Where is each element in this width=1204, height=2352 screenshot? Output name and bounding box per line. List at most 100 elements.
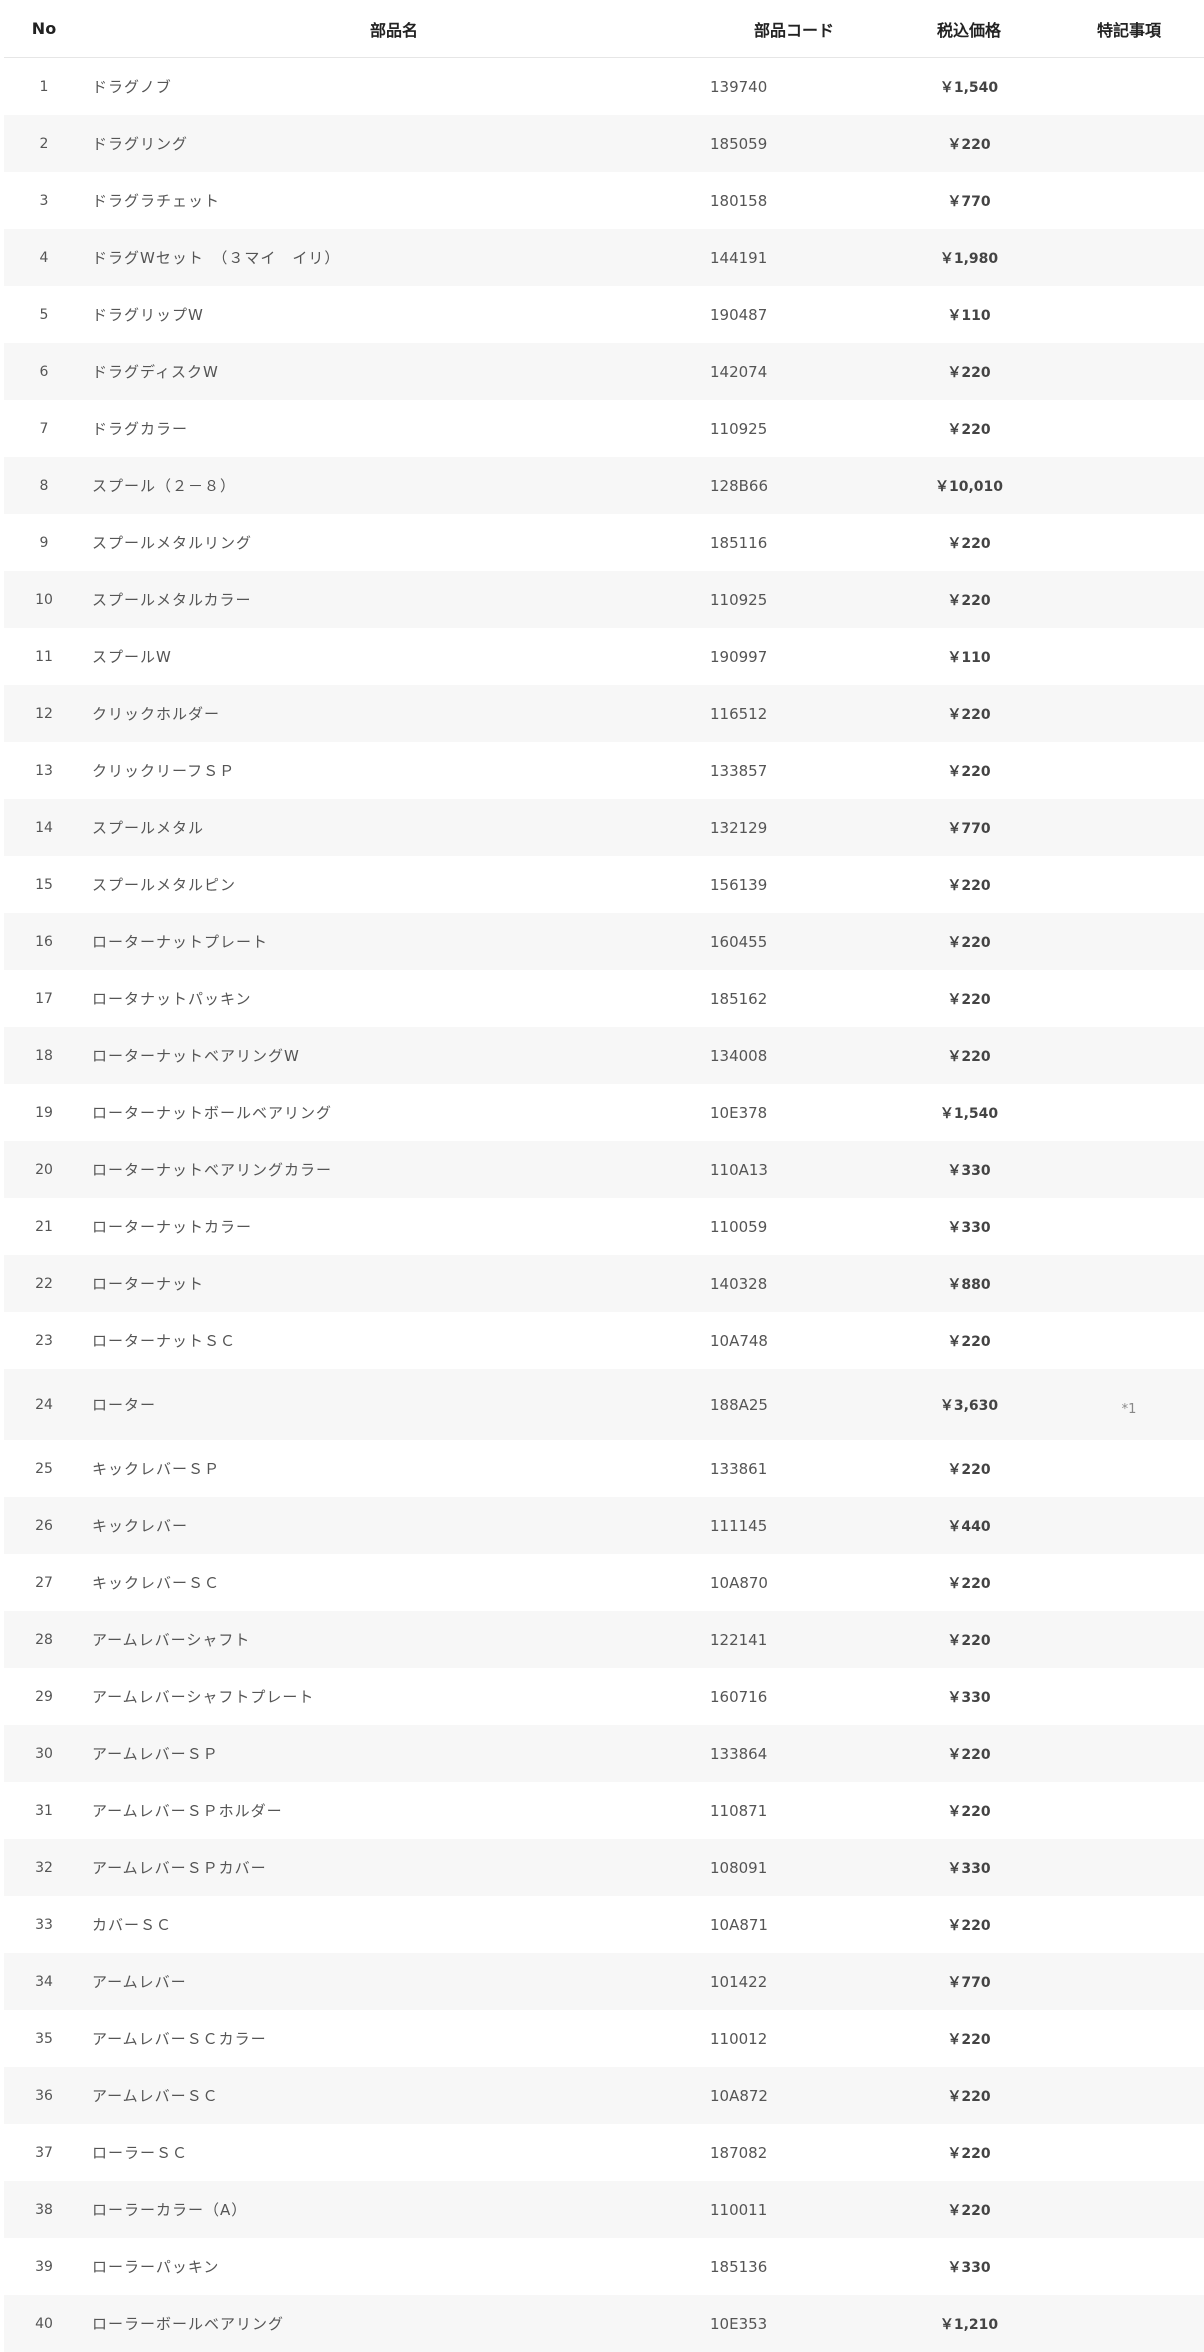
price: ￥110 xyxy=(884,628,1054,685)
note xyxy=(1054,1611,1204,1668)
table-row: 30アームレバーＳＰ133864￥220 xyxy=(4,1725,1204,1782)
row-no: 37 xyxy=(4,2124,84,2181)
note xyxy=(1054,343,1204,400)
part-name: ロータナットパッキン xyxy=(84,970,704,1027)
table-row: 21ローターナットカラー110059￥330 xyxy=(4,1198,1204,1255)
table-header: No 部品名 部品コード 税込価格 特記事項 xyxy=(4,0,1204,58)
row-no: 32 xyxy=(4,1839,84,1896)
note xyxy=(1054,685,1204,742)
row-no: 23 xyxy=(4,1312,84,1369)
price: ￥220 xyxy=(884,1027,1054,1084)
note xyxy=(1054,2067,1204,2124)
note xyxy=(1054,172,1204,229)
part-code: 142074 xyxy=(704,343,884,400)
part-code: 110011 xyxy=(704,2181,884,2238)
row-no: 8 xyxy=(4,457,84,514)
table-row: 11スプールW190997￥110 xyxy=(4,628,1204,685)
table-row: 3ドラグラチェット180158￥770 xyxy=(4,172,1204,229)
note xyxy=(1054,1953,1204,2010)
row-no: 1 xyxy=(4,58,84,116)
header-price: 税込価格 xyxy=(884,0,1054,58)
price: ￥220 xyxy=(884,343,1054,400)
table-row: 9スプールメタルリング185116￥220 xyxy=(4,514,1204,571)
table-row: 26キックレバー111145￥440 xyxy=(4,1497,1204,1554)
part-code: 156139 xyxy=(704,856,884,913)
part-name: ローラーＳＣ xyxy=(84,2124,704,2181)
note xyxy=(1054,115,1204,172)
price: ￥220 xyxy=(884,913,1054,970)
row-no: 2 xyxy=(4,115,84,172)
part-code: 185059 xyxy=(704,115,884,172)
header-name: 部品名 xyxy=(84,0,704,58)
row-no: 6 xyxy=(4,343,84,400)
price: ￥440 xyxy=(884,1497,1054,1554)
part-code: 133861 xyxy=(704,1440,884,1497)
row-no: 25 xyxy=(4,1440,84,1497)
part-name: アームレバーＳＣ xyxy=(84,2067,704,2124)
part-code: 101422 xyxy=(704,1953,884,2010)
part-name: ドラグWセット （３マイ イリ） xyxy=(84,229,704,286)
row-no: 5 xyxy=(4,286,84,343)
price: ￥1,980 xyxy=(884,229,1054,286)
part-code: 133857 xyxy=(704,742,884,799)
price: ￥220 xyxy=(884,2181,1054,2238)
row-no: 10 xyxy=(4,571,84,628)
table-row: 4ドラグWセット （３マイ イリ）144191￥1,980 xyxy=(4,229,1204,286)
note xyxy=(1054,514,1204,571)
price: ￥220 xyxy=(884,115,1054,172)
price: ￥330 xyxy=(884,1839,1054,1896)
note xyxy=(1054,856,1204,913)
row-no: 16 xyxy=(4,913,84,970)
note xyxy=(1054,1198,1204,1255)
row-no: 14 xyxy=(4,799,84,856)
price: ￥330 xyxy=(884,2238,1054,2295)
part-name: ローターナット xyxy=(84,1255,704,1312)
part-name: ローターナットベアリングW xyxy=(84,1027,704,1084)
part-code: 10A872 xyxy=(704,2067,884,2124)
part-name: ローターナットベアリングカラー xyxy=(84,1141,704,1198)
note xyxy=(1054,1896,1204,1953)
part-name: アームレバーＳＰカバー xyxy=(84,1839,704,1896)
row-no: 27 xyxy=(4,1554,84,1611)
header-code: 部品コード xyxy=(704,0,884,58)
price: ￥220 xyxy=(884,1440,1054,1497)
table-row: 23ローターナットＳＣ10A748￥220 xyxy=(4,1312,1204,1369)
note xyxy=(1054,1027,1204,1084)
row-no: 33 xyxy=(4,1896,84,1953)
price: ￥770 xyxy=(884,172,1054,229)
price: ￥330 xyxy=(884,1668,1054,1725)
table-row: 40ローラーボールベアリング10E353￥1,210 xyxy=(4,2295,1204,2352)
table-row: 12クリックホルダー116512￥220 xyxy=(4,685,1204,742)
price: ￥3,630 xyxy=(884,1369,1054,1440)
parts-table: No 部品名 部品コード 税込価格 特記事項 1ドラグノブ139740￥1,54… xyxy=(4,0,1204,2352)
table-row: 16ローターナットプレート160455￥220 xyxy=(4,913,1204,970)
price: ￥220 xyxy=(884,400,1054,457)
row-no: 4 xyxy=(4,229,84,286)
row-no: 17 xyxy=(4,970,84,1027)
row-no: 28 xyxy=(4,1611,84,1668)
part-code: 139740 xyxy=(704,58,884,116)
row-no: 3 xyxy=(4,172,84,229)
parts-table-container: No 部品名 部品コード 税込価格 特記事項 1ドラグノブ139740￥1,54… xyxy=(0,0,1204,1954)
part-name: スプールW xyxy=(84,628,704,685)
part-name: キックレバーＳＣ xyxy=(84,1554,704,1611)
part-code: 133864 xyxy=(704,1725,884,1782)
price: ￥330 xyxy=(884,1198,1054,1255)
table-row: 38ローラーカラー（A）110011￥220 xyxy=(4,2181,1204,2238)
price: ￥220 xyxy=(884,1611,1054,1668)
part-code: 110059 xyxy=(704,1198,884,1255)
row-no: 22 xyxy=(4,1255,84,1312)
part-name: スプールメタルカラー xyxy=(84,571,704,628)
note xyxy=(1054,1497,1204,1554)
table-row: 6ドラグディスクW142074￥220 xyxy=(4,343,1204,400)
table-row: 1ドラグノブ139740￥1,540 xyxy=(4,58,1204,116)
price: ￥220 xyxy=(884,2010,1054,2067)
part-name: ドラグカラー xyxy=(84,400,704,457)
note xyxy=(1054,571,1204,628)
note xyxy=(1054,1312,1204,1369)
note xyxy=(1054,742,1204,799)
part-code: 10A870 xyxy=(704,1554,884,1611)
note xyxy=(1054,2295,1204,2352)
part-code: 116512 xyxy=(704,685,884,742)
part-code: 122141 xyxy=(704,1611,884,1668)
